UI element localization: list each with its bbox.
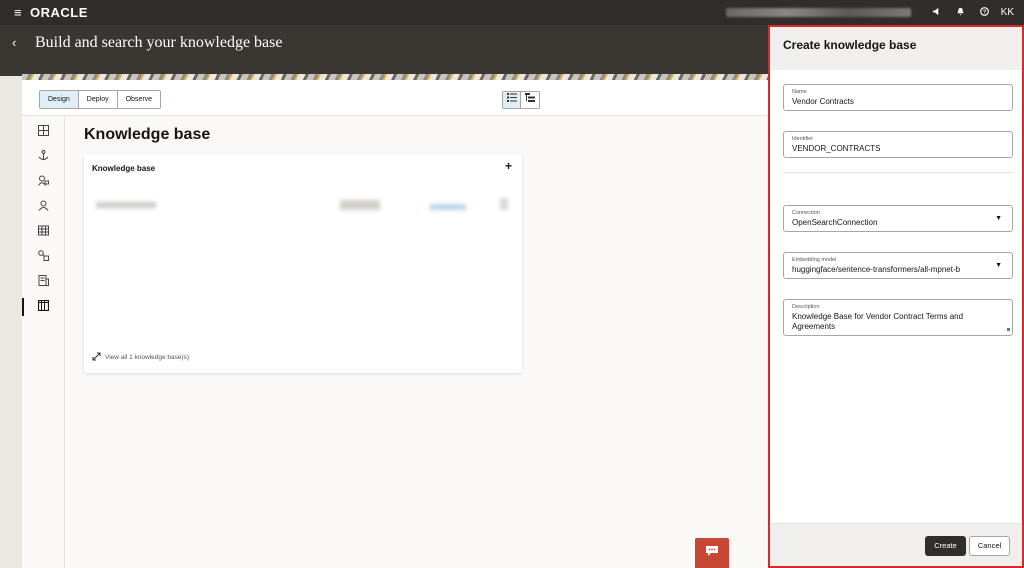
- report-icon[interactable]: [36, 275, 50, 289]
- cancel-button[interactable]: Cancel: [969, 536, 1010, 556]
- description-field[interactable]: Description Knowledge Base for Vendor Co…: [783, 299, 1013, 336]
- back-icon[interactable]: ‹: [12, 35, 16, 50]
- embedding-value[interactable]: huggingface/sentence-transformers/all-mp…: [792, 265, 992, 274]
- embedding-label: Embedding model: [792, 257, 837, 263]
- create-knowledge-base-panel: Create knowledge base Name Vendor Contra…: [768, 25, 1024, 568]
- agent-icon[interactable]: [36, 175, 50, 189]
- view-toggle: [502, 91, 540, 109]
- identifier-label: Identifier: [792, 136, 814, 142]
- toolbar: Design Deploy Observe: [22, 80, 772, 116]
- description-label: Description: [792, 304, 820, 310]
- resize-handle[interactable]: [1007, 328, 1010, 331]
- expand-icon: [92, 352, 101, 363]
- tree-view-icon[interactable]: [521, 92, 539, 108]
- shapes-icon[interactable]: [36, 250, 50, 264]
- page-title: Build and search your knowledge base: [35, 34, 283, 51]
- panel-header: Create knowledge base: [770, 27, 1022, 70]
- user-icon[interactable]: [36, 200, 50, 214]
- identifier-field[interactable]: Identifier VENDOR_CONTRACTS: [783, 131, 1013, 158]
- table-icon[interactable]: [36, 225, 50, 239]
- chat-button[interactable]: [695, 538, 729, 568]
- name-label: Name: [792, 89, 807, 95]
- blurred-row-status: [430, 204, 466, 210]
- tab-deploy[interactable]: Deploy: [79, 91, 118, 108]
- connection-label: Connection: [792, 210, 820, 216]
- svg-text:?: ?: [983, 9, 986, 15]
- chevron-down-icon[interactable]: ▼: [995, 262, 1002, 269]
- megaphone-icon[interactable]: [925, 7, 949, 19]
- add-knowledge-base-button[interactable]: +: [505, 159, 512, 173]
- knowledge-base-card: Knowledge base + View all 1 knowledge ba…: [84, 154, 522, 373]
- chevron-down-icon[interactable]: ▼: [995, 215, 1002, 222]
- dashboard-icon[interactable]: [36, 125, 50, 139]
- list-view-icon[interactable]: [503, 92, 521, 108]
- section-heading: Knowledge base: [84, 126, 211, 143]
- top-bar: ≡ ORACLE ? KK: [0, 0, 1024, 25]
- help-icon[interactable]: ?: [973, 6, 997, 19]
- name-value[interactable]: Vendor Contracts: [792, 97, 992, 106]
- mode-tabs: Design Deploy Observe: [39, 90, 162, 109]
- create-button[interactable]: Create: [925, 536, 966, 556]
- blurred-row-name: [96, 202, 156, 208]
- side-nav: [22, 117, 65, 568]
- anchor-icon[interactable]: [36, 150, 50, 164]
- panel-footer: Create Cancel: [770, 523, 1022, 566]
- main-content: Design Deploy Observe Knowledge base Kno…: [22, 80, 772, 568]
- view-all-label[interactable]: View all 1 knowledge base(s): [105, 354, 189, 361]
- tab-design[interactable]: Design: [40, 91, 79, 108]
- top-right-actions: ? KK: [725, 0, 1024, 25]
- connection-value[interactable]: OpenSearchConnection: [792, 218, 992, 227]
- hamburger-menu-icon[interactable]: ≡: [14, 5, 24, 20]
- name-field[interactable]: Name Vendor Contracts: [783, 84, 1013, 111]
- chat-icon: [706, 546, 718, 556]
- blurred-user-info: [725, 8, 911, 17]
- view-all-link[interactable]: View all 1 knowledge base(s): [92, 352, 189, 363]
- tab-observe[interactable]: Observe: [118, 91, 160, 108]
- identifier-value[interactable]: VENDOR_CONTRACTS: [792, 144, 992, 153]
- card-title: Knowledge base: [92, 164, 156, 173]
- library-icon[interactable]: [36, 299, 50, 314]
- oracle-logo[interactable]: ORACLE: [30, 5, 88, 20]
- nav-selected-indicator: [22, 298, 24, 316]
- blurred-row-detail: [340, 200, 380, 210]
- blurred-row-action: [500, 198, 508, 210]
- user-avatar[interactable]: KK: [1001, 7, 1014, 18]
- embedding-model-select[interactable]: Embedding model huggingface/sentence-tra…: [783, 252, 1013, 279]
- bell-icon[interactable]: [949, 7, 973, 19]
- panel-title: Create knowledge base: [783, 38, 917, 52]
- divider: [783, 172, 1013, 173]
- description-value[interactable]: Knowledge Base for Vendor Contract Terms…: [792, 312, 1004, 332]
- connection-select[interactable]: Connection OpenSearchConnection ▼: [783, 205, 1013, 232]
- left-gutter: [0, 76, 22, 568]
